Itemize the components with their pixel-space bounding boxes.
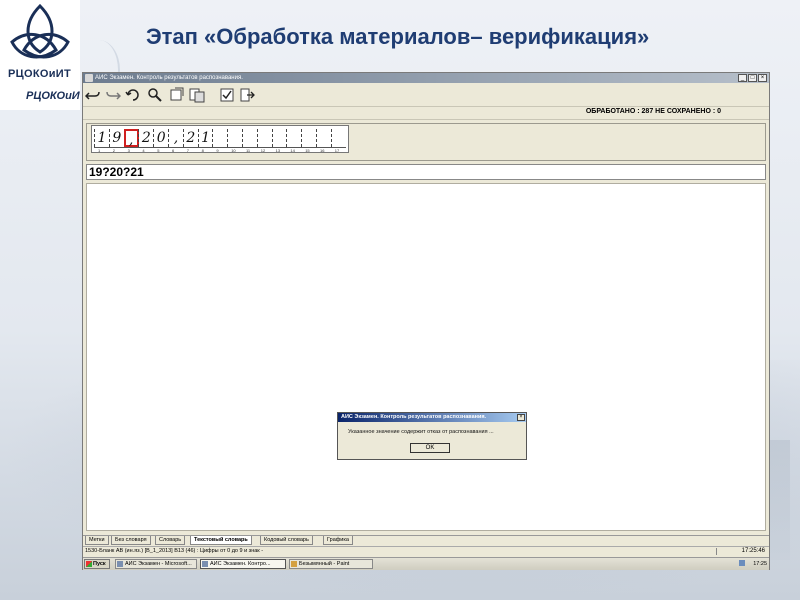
dialog-title: АИС Экзамен. Контроль результатов распоз… (341, 414, 487, 420)
logo-knot-icon (10, 3, 70, 59)
work-area: АИС Экзамен. Контроль результатов распоз… (86, 183, 766, 531)
start-button[interactable]: Пуск (84, 559, 110, 569)
scan-cell[interactable] (271, 129, 287, 147)
app-icon (202, 561, 208, 567)
tab-marks[interactable]: Метки (85, 536, 109, 545)
ruler-tick-label: 7 (186, 148, 190, 153)
ruler-tick-label: 11 (246, 148, 251, 153)
status-bar: 1530-Бланк АВ (ин.яз.) [В_1_2013] В13 (4… (83, 546, 769, 556)
toolbar (83, 84, 769, 107)
rotate-icon[interactable] (125, 87, 141, 103)
scan-cells: 19,20,21 (94, 129, 346, 148)
status-time: 17:25:46 (741, 548, 765, 554)
highlighted-scan-cell[interactable]: , (123, 129, 139, 148)
dialog-titlebar: АИС Экзамен. Контроль результатов распоз… (338, 413, 526, 422)
ruler-tick-label: 14 (290, 148, 295, 153)
scan-cell[interactable]: 2 (182, 129, 198, 147)
ruler-tick-label: 13 (275, 148, 281, 153)
close-button[interactable]: × (758, 74, 767, 82)
ok-button[interactable]: OK (410, 443, 450, 453)
processing-status-line: ОБРАБОТАНО : 287 НЕ СОХРАНЕНО : 0 (83, 107, 769, 120)
scan-cell[interactable] (212, 129, 227, 147)
scan-cell[interactable]: 2 (138, 129, 153, 147)
tray-clock: 17:25 (753, 561, 767, 567)
tab-no-dictionary[interactable]: Без словаря (111, 536, 151, 545)
scan-ruler: 1 2 3 4 5 6 7 8 9 10 11 12 13 14 15 16 17 (94, 147, 346, 153)
scan-image: 19,20,21 1 2 3 4 5 6 7 8 9 10 11 12 13 14 15 16 17 (91, 125, 349, 153)
taskbar-item[interactable]: Безымянный - Paint (289, 559, 373, 569)
ruler-tick-label: 2 (112, 148, 116, 153)
logo: РЦОКОиИТ РЦОКОиИ (0, 0, 80, 110)
scan-cell[interactable]: 9 (108, 129, 124, 147)
processed-counter: ОБРАБОТАНО : 287 НЕ СОХРАНЕНО : 0 (585, 108, 721, 115)
copy-icon[interactable] (189, 87, 205, 103)
ruler-tick-label: 17 (334, 148, 340, 153)
tab-bar: Метки Без словаря Словарь Текстовый слов… (83, 535, 769, 546)
ruler-tick-label: 12 (260, 148, 266, 153)
paint-icon (291, 561, 297, 567)
taskbar-item[interactable]: АИС Экзамен - Microsoft... (115, 559, 197, 569)
ruler-tick-label: 10 (231, 148, 236, 153)
tab-graphics[interactable]: Графика (323, 536, 353, 545)
scan-cell[interactable] (242, 129, 257, 147)
ruler-tick-label: 15 (305, 148, 310, 153)
ruler-tick-label: 16 (320, 148, 325, 153)
app-window: АИС Экзамен. Контроль результатов распоз… (82, 72, 770, 570)
start-label: Пуск (93, 561, 106, 567)
windows-logo-icon (86, 561, 92, 567)
tab-dictionary[interactable]: Словарь (155, 536, 186, 545)
taskbar-item-label: АИС Экзамен - Microsoft... (125, 561, 192, 567)
ruler-tick-label: 6 (172, 148, 175, 153)
ruler-tick-label: 1 (98, 148, 101, 153)
redo-icon[interactable] (105, 87, 122, 103)
dialog-close-button[interactable]: × (517, 414, 525, 421)
taskbar-item[interactable]: АИС Экзамен. Контро... (200, 559, 286, 569)
scan-cell[interactable]: 0 (153, 129, 168, 147)
logo-text: РЦОКОиИТ (8, 68, 71, 80)
scan-cell[interactable] (301, 129, 316, 147)
maximize-button[interactable]: □ (748, 74, 757, 82)
scan-cell[interactable] (316, 129, 331, 147)
scan-cell[interactable] (286, 129, 301, 147)
ruler-tick-label: 3 (127, 148, 130, 153)
tab-code-dictionary[interactable]: Кодовый словарь (260, 536, 313, 545)
scan-cell[interactable]: 1 (197, 129, 213, 147)
taskbar-item-label: Безымянный - Paint (299, 561, 350, 567)
tray-icon[interactable] (739, 560, 745, 566)
taskbar-item-label: АИС Экзамен. Контро... (210, 561, 271, 567)
window-title: АИС Экзамен. Контроль результатов распоз… (95, 75, 243, 81)
tab-text-dictionary[interactable]: Текстовый словарь (190, 536, 252, 545)
scan-cell[interactable]: , (168, 129, 183, 147)
dialog-message: Указанное значение содержит отказ от рас… (348, 429, 494, 435)
status-separator (716, 548, 717, 555)
status-text: 1530-Бланк АВ (ин.яз.) [В_1_2013] В13 (4… (85, 548, 264, 554)
ruler-tick-label: 9 (216, 148, 219, 153)
app-icon (85, 74, 93, 82)
message-dialog: АИС Экзамен. Контроль результатов распоз… (337, 412, 527, 460)
ruler-tick-label: 8 (201, 148, 204, 153)
export-icon[interactable] (239, 87, 255, 103)
taskbar: Пуск АИС Экзамен - Microsoft... АИС Экза… (83, 557, 769, 570)
ruler-tick-label: 5 (157, 148, 160, 153)
scan-cell[interactable]: 1 (94, 129, 109, 147)
undo-icon[interactable] (84, 87, 101, 103)
search-icon[interactable] (147, 87, 163, 103)
window-titlebar: АИС Экзамен. Контроль результатов распоз… (83, 73, 769, 83)
ruler-tick-label: 4 (142, 148, 145, 153)
app-icon (117, 561, 123, 567)
check-icon[interactable] (219, 87, 235, 103)
scan-cell[interactable] (330, 129, 346, 147)
slide-title: Этап «Обработка материалов– верификация» (146, 24, 650, 49)
minimize-button[interactable]: _ (738, 74, 747, 82)
logo-text-secondary: РЦОКОиИ (26, 90, 80, 102)
pan-icon[interactable] (169, 87, 185, 103)
scan-cell[interactable] (256, 129, 272, 147)
recognized-value-field[interactable]: 19?20?21 (86, 164, 766, 180)
scan-cell[interactable] (227, 129, 242, 147)
